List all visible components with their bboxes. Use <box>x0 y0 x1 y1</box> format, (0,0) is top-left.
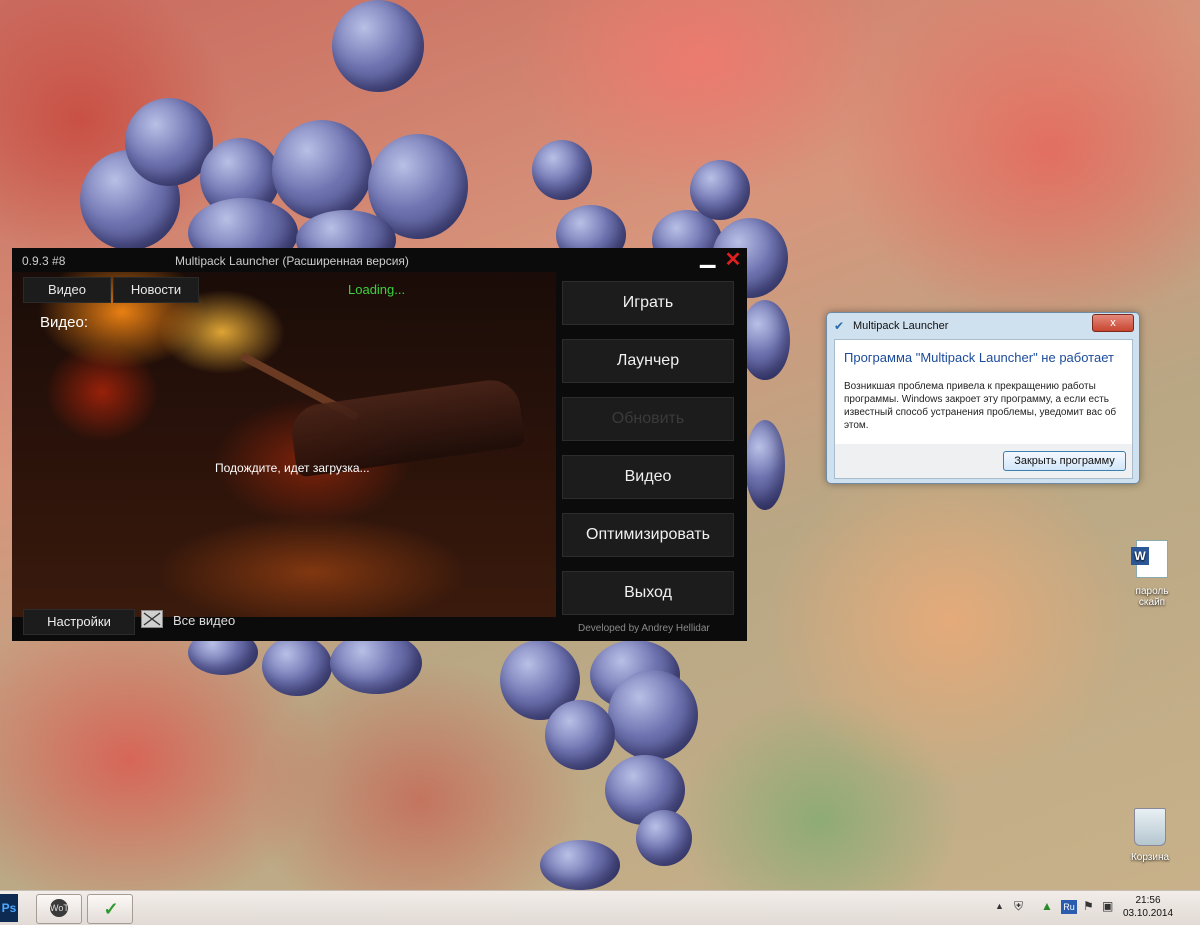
language-indicator[interactable]: Ru <box>1061 900 1077 914</box>
photoshop-taskbar-icon[interactable]: Ps <box>0 894 18 922</box>
close-icon[interactable]: ✕ <box>723 250 743 270</box>
wallpaper-grape <box>740 300 790 380</box>
word-document-icon: W <box>1131 540 1168 578</box>
all-video-label: Все видео <box>173 613 236 628</box>
error-dialog: ✔ Multipack Launcher x Программа "Multip… <box>826 312 1140 484</box>
desktop-icon-recycle-bin[interactable]: Корзина <box>1120 808 1180 863</box>
recycle-bin-icon <box>1134 808 1166 846</box>
wallpaper-grape <box>545 700 615 770</box>
loading-message: Подождите, идет загрузка... <box>215 461 370 475</box>
video-section-label: Видео: <box>40 314 88 331</box>
show-hidden-icons-button[interactable]: ▲ <box>995 901 1004 911</box>
desktop-icon-skype-password[interactable]: W пароль скайп <box>1122 540 1182 608</box>
wallpaper-grape <box>745 420 785 510</box>
tray-shield-icon[interactable]: ⛨ <box>1014 899 1023 914</box>
all-video-checkbox[interactable] <box>141 610 163 628</box>
wallpaper-grape <box>532 140 592 200</box>
tray-network-icon[interactable]: ▲ <box>1041 899 1053 913</box>
dialog-heading: Программа "Multipack Launcher" не работа… <box>844 350 1114 365</box>
play-button[interactable]: Играть <box>562 281 734 325</box>
taskbar-button-multipack-launcher[interactable]: ✓ <box>87 894 133 924</box>
wallpaper-grape <box>330 632 422 694</box>
dialog-body: Программа "Multipack Launcher" не работа… <box>834 339 1133 445</box>
taskbar-button-world-of-tanks[interactable]: WoT <box>36 894 82 924</box>
world-of-tanks-icon: WoT <box>50 899 69 917</box>
desktop-icon-label: пароль скайп <box>1135 586 1169 608</box>
close-program-button[interactable]: Закрыть программу <box>1003 451 1126 471</box>
launcher-window: 0.9.3 #8 Multipack Launcher (Расширенная… <box>12 247 747 641</box>
desktop-icon-label: Корзина <box>1130 852 1170 863</box>
multipack-launcher-icon: ✓ <box>103 899 119 919</box>
launcher-title: Multipack Launcher (Расширенная версия) <box>175 254 409 268</box>
action-center-flag-icon[interactable]: ⚑ <box>1083 899 1094 913</box>
launcher-version: 0.9.3 #8 <box>22 254 66 268</box>
wallpaper-grape <box>608 670 698 760</box>
minimize-icon[interactable]: ▁ <box>700 247 720 270</box>
word-badge-icon: W <box>1131 547 1149 565</box>
tab-video[interactable]: Видео <box>23 277 111 303</box>
update-button[interactable]: Обновить <box>562 397 734 441</box>
system-clock[interactable]: 21:56 03.10.2014 <box>1120 894 1176 920</box>
app-icon: ✔ <box>834 319 845 333</box>
clock-date: 03.10.2014 <box>1122 908 1174 919</box>
launcher-background-art <box>12 272 556 617</box>
wallpaper-grape <box>636 810 692 866</box>
launcher-button[interactable]: Лаунчер <box>562 339 734 383</box>
exit-button[interactable]: Выход <box>562 571 734 615</box>
tray-monitor-icon[interactable]: ▣ <box>1102 899 1113 913</box>
wallpaper-grape <box>540 840 620 890</box>
developer-credit: Developed by Andrey Hellidar <box>578 623 710 634</box>
video-button[interactable]: Видео <box>562 455 734 499</box>
wallpaper-grape <box>262 636 332 696</box>
settings-button[interactable]: Настройки <box>23 609 135 635</box>
dialog-title[interactable]: Multipack Launcher <box>853 320 948 332</box>
tab-news[interactable]: Новости <box>113 277 199 303</box>
wallpaper-grape <box>690 160 750 220</box>
wallpaper-grape <box>272 120 372 220</box>
loading-status: Loading... <box>348 282 406 297</box>
wallpaper-grape <box>332 0 424 92</box>
checkmark-icon <box>143 612 161 626</box>
dialog-footer: Закрыть программу <box>834 444 1133 479</box>
launcher-titlebar[interactable]: 0.9.3 #8 Multipack Launcher (Расширенная… <box>12 247 747 272</box>
optimize-button[interactable]: Оптимизировать <box>562 513 734 557</box>
clock-time: 21:56 <box>1135 895 1161 906</box>
dialog-message: Возникшая проблема привела к прекращению… <box>844 381 1117 431</box>
taskbar: Ps WoT ✓ ▲ ⛨ ▲ Ru ⚑ ▣ 21:56 03.10.2014 <box>0 890 1200 925</box>
dialog-close-button[interactable]: x <box>1092 314 1134 332</box>
